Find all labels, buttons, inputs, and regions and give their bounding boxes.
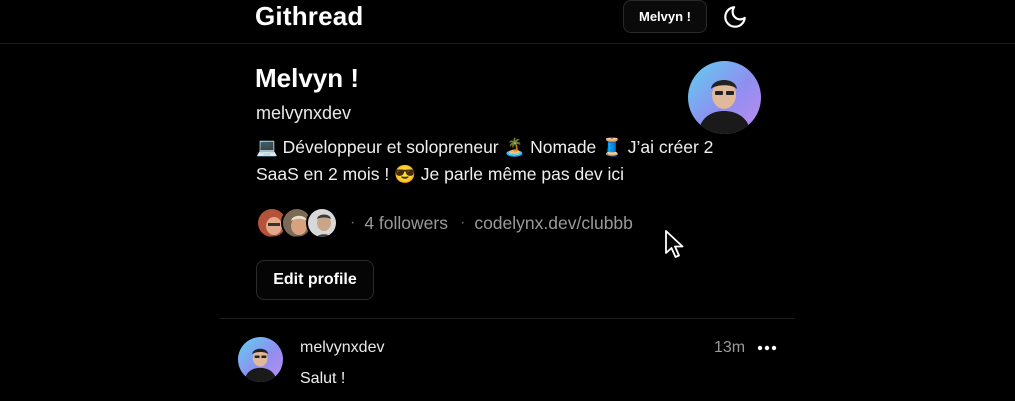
follower-avatar[interactable] (306, 207, 338, 239)
profile-handle: melvynxdev (256, 103, 352, 123)
more-horizontal-icon[interactable] (756, 339, 778, 357)
profile-website-link[interactable]: codelynx.dev/clubbb (474, 213, 633, 234)
post-item: melvynxdev 13m Salut ! (0, 319, 1015, 401)
profile-meta-row: · 4 followers · codelynx.dev/clubbb (256, 206, 633, 240)
post-timestamp: 13m (714, 339, 746, 356)
profile-name: Melvyn ! (255, 63, 360, 93)
followers-count[interactable]: 4 followers (364, 213, 448, 234)
post-author-avatar[interactable] (238, 337, 283, 382)
profile-avatar (688, 61, 761, 134)
edit-profile-button[interactable]: Edit profile (256, 260, 374, 300)
brand-logo[interactable]: Githread (255, 1, 364, 32)
meta-separator: · (350, 214, 356, 231)
post-content: Salut ! (300, 370, 346, 387)
meta-separator: · (459, 214, 466, 231)
user-menu-button[interactable]: Melvyn ! (623, 0, 707, 33)
mouse-cursor-icon (665, 230, 684, 258)
profile-bio: 💻 Développeur et solopreneur 🏝️ Nomade 🧵… (256, 137, 714, 184)
top-header: Githread Melvyn ! (0, 0, 1015, 44)
post-username[interactable]: melvynxdev (300, 339, 384, 357)
moon-icon[interactable] (722, 4, 748, 30)
